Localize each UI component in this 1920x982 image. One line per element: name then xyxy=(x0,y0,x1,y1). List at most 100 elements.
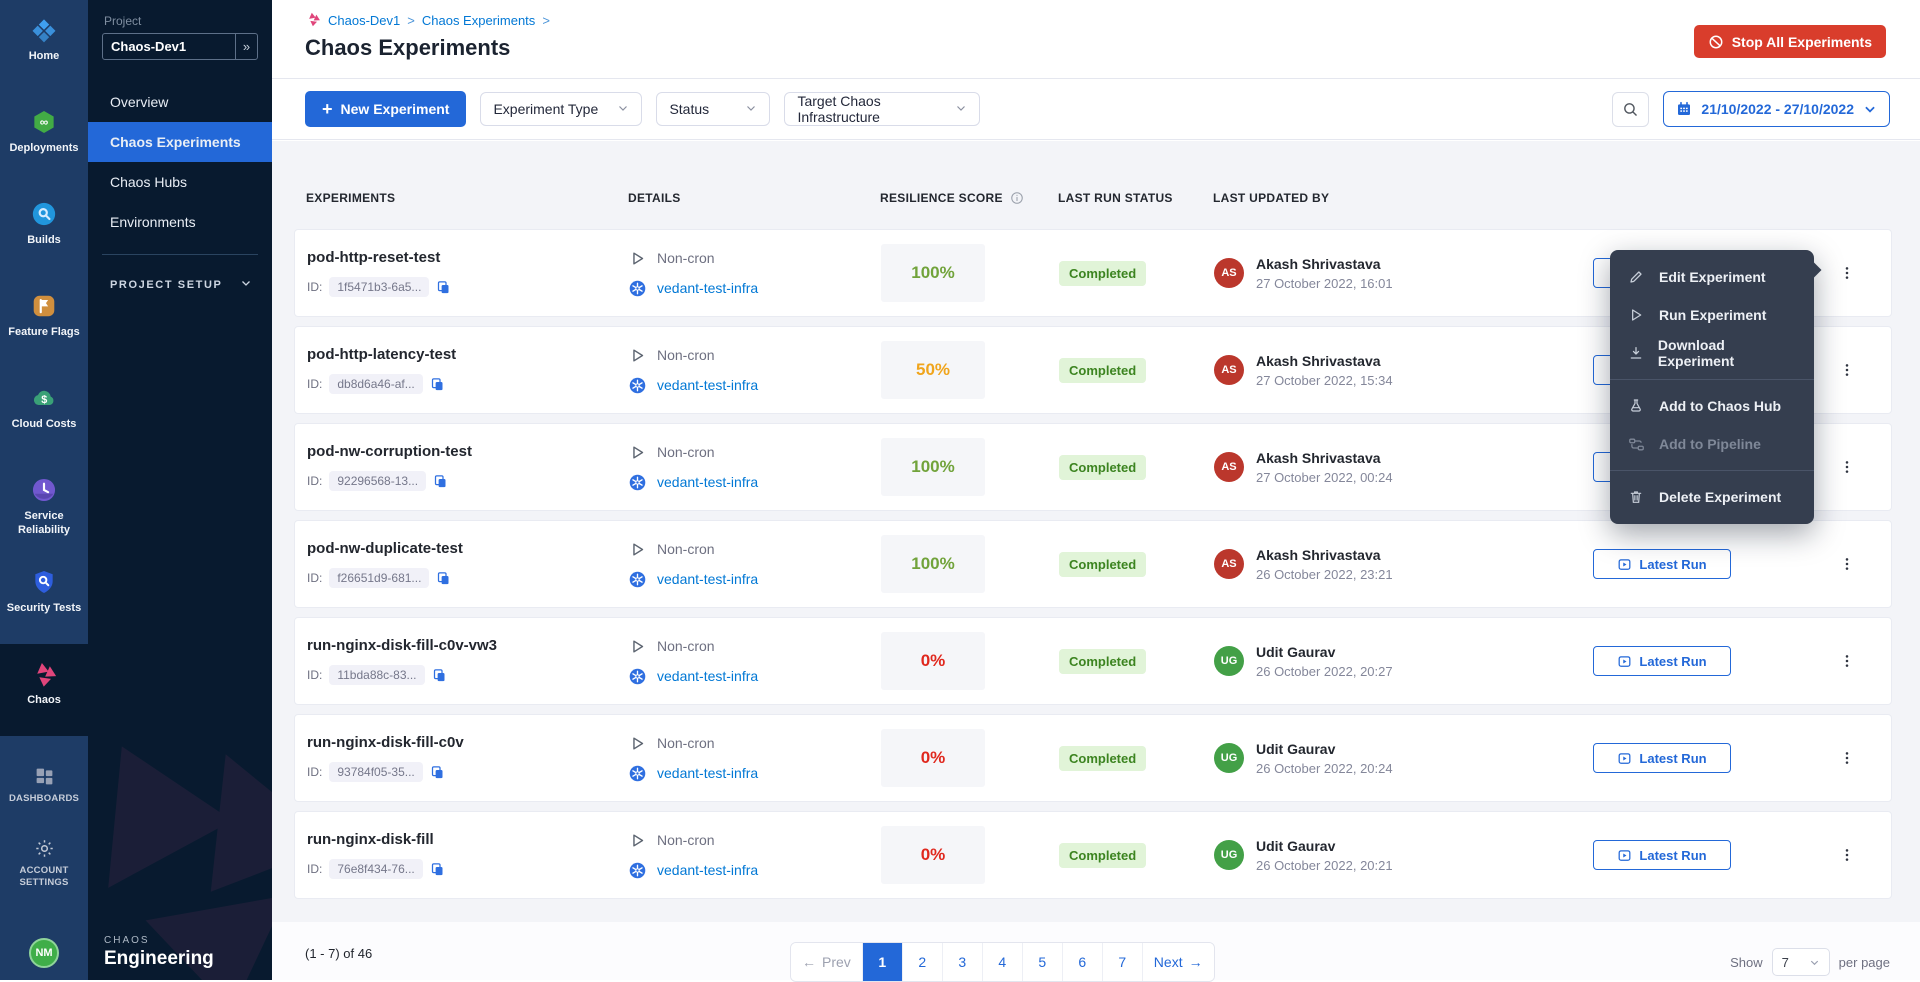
sidebar-item-environments[interactable]: Environments xyxy=(88,202,272,242)
user-avatar[interactable]: NM xyxy=(29,938,59,968)
copy-id-icon[interactable] xyxy=(436,571,451,586)
experiment-name[interactable]: run-nginx-disk-fill-c0v xyxy=(307,734,629,751)
breadcrumb-separator: > xyxy=(407,13,415,28)
menu-item-download-experiment[interactable]: Download Experiment xyxy=(1610,334,1814,372)
project-selector[interactable]: Chaos-Dev1 » xyxy=(102,33,258,60)
copy-id-icon[interactable] xyxy=(432,668,447,683)
last-run-status-badge: Completed xyxy=(1059,746,1146,771)
module-rail-item-security-tests[interactable]: Security Tests xyxy=(0,552,88,644)
infrastructure-link[interactable]: vedant-test-infra xyxy=(657,571,758,587)
module-rail-item-home[interactable]: Home xyxy=(0,0,88,92)
kebab-icon xyxy=(1839,847,1855,863)
next-page-button[interactable]: Next → xyxy=(1143,943,1214,981)
experiment-name[interactable]: run-nginx-disk-fill xyxy=(307,831,629,848)
row-menu-kebab[interactable] xyxy=(1833,356,1861,384)
sidebar-item-chaos-experiments[interactable]: Chaos Experiments xyxy=(88,122,272,162)
page-button-4[interactable]: 4 xyxy=(983,943,1023,981)
chaos-watermark-logo xyxy=(88,651,272,980)
copy-id-icon[interactable] xyxy=(430,765,445,780)
sidebar-item-chaos-hubs[interactable]: Chaos Hubs xyxy=(88,162,272,202)
updated-by-name: Akash Shrivastava xyxy=(1256,353,1393,369)
menu-item-add-to-chaos-hub[interactable]: Add to Chaos Hub xyxy=(1610,387,1814,425)
stop-all-experiments-button[interactable]: Stop All Experiments xyxy=(1694,25,1886,58)
latest-run-button[interactable]: Latest Run xyxy=(1593,840,1731,870)
id-label: ID: xyxy=(307,862,322,876)
menu-item-delete-experiment[interactable]: Delete Experiment xyxy=(1610,478,1814,516)
infrastructure-link[interactable]: vedant-test-infra xyxy=(657,765,758,781)
column-header: LAST RUN STATUS xyxy=(1058,191,1213,205)
resilience-score: 50% xyxy=(881,341,985,399)
row-menu-kebab[interactable] xyxy=(1833,550,1861,578)
service-reliability-icon xyxy=(0,475,88,505)
page-button-6[interactable]: 6 xyxy=(1063,943,1103,981)
breadcrumb-link-project[interactable]: Chaos-Dev1 xyxy=(328,13,400,28)
filter-experiment-type[interactable]: Experiment Type xyxy=(480,92,642,126)
module-rail-item-chaos[interactable]: Chaos xyxy=(0,644,88,736)
results-range: (1 - 7) of 46 xyxy=(305,946,372,961)
module-rail-item-feature-flags[interactable]: Feature Flags xyxy=(0,276,88,368)
copy-id-icon[interactable] xyxy=(433,474,448,489)
id-label: ID: xyxy=(307,571,322,585)
copy-id-icon[interactable] xyxy=(436,280,451,295)
sidebar-item-overview[interactable]: Overview xyxy=(88,82,272,122)
dashboards-icon xyxy=(0,764,88,788)
page-button-2[interactable]: 2 xyxy=(903,943,943,981)
module-rail-item-deployments[interactable]: ∞ Deployments xyxy=(0,92,88,184)
experiment-name[interactable]: pod-http-reset-test xyxy=(307,249,629,266)
latest-run-button[interactable]: Latest Run xyxy=(1593,743,1731,773)
module-rail-item-service-reliability[interactable]: Service Reliability xyxy=(0,460,88,552)
latest-run-label: Latest Run xyxy=(1639,654,1706,669)
infrastructure-link[interactable]: vedant-test-infra xyxy=(657,668,758,684)
pager: ← Prev 1234567 Next → xyxy=(790,942,1215,982)
row-menu-kebab[interactable] xyxy=(1833,259,1861,287)
page-button-7[interactable]: 7 xyxy=(1103,943,1143,981)
latest-run-button[interactable]: Latest Run xyxy=(1593,549,1731,579)
search-button[interactable] xyxy=(1612,92,1649,127)
page-button-1[interactable]: 1 xyxy=(863,943,903,981)
module-rail-item-dashboards[interactable]: DASHBOARDS xyxy=(0,752,88,824)
row-menu-kebab[interactable] xyxy=(1833,453,1861,481)
project-setup-label: PROJECT SETUP xyxy=(110,279,223,291)
prev-page-button[interactable]: ← Prev xyxy=(791,943,863,981)
page-button-5[interactable]: 5 xyxy=(1023,943,1063,981)
copy-id-icon[interactable] xyxy=(430,377,445,392)
kubernetes-icon xyxy=(629,862,646,879)
page-size-select[interactable]: 7 xyxy=(1772,948,1830,976)
project-setup-toggle[interactable]: PROJECT SETUP xyxy=(88,267,272,302)
filter-target-infrastructure[interactable]: Target Chaos Infrastructure xyxy=(784,92,980,126)
module-rail-item-account-settings[interactable]: ACCOUNT SETTINGS xyxy=(0,824,88,896)
menu-item-edit-experiment[interactable]: Edit Experiment xyxy=(1610,258,1814,296)
cron-play-icon xyxy=(629,347,646,364)
page-button-3[interactable]: 3 xyxy=(943,943,983,981)
new-experiment-button[interactable]: + New Experiment xyxy=(305,91,466,127)
row-menu-kebab[interactable] xyxy=(1833,647,1861,675)
arrow-left-icon: ← xyxy=(802,954,816,970)
date-range-picker[interactable]: 21/10/2022 - 27/10/2022 xyxy=(1663,91,1890,127)
infrastructure-link[interactable]: vedant-test-infra xyxy=(657,377,758,393)
copy-id-icon[interactable] xyxy=(430,862,445,877)
chaos-icon xyxy=(0,659,88,689)
infrastructure-link[interactable]: vedant-test-infra xyxy=(657,862,758,878)
project-name: Chaos-Dev1 xyxy=(103,39,235,54)
experiment-name[interactable]: pod-nw-corruption-test xyxy=(307,443,629,460)
row-menu-kebab[interactable] xyxy=(1833,841,1861,869)
menu-item-run-experiment[interactable]: Run Experiment xyxy=(1610,296,1814,334)
latest-run-button[interactable]: Latest Run xyxy=(1593,646,1731,676)
collapse-sidebar-button[interactable]: » xyxy=(235,34,257,59)
infrastructure-link[interactable]: vedant-test-infra xyxy=(657,280,758,296)
experiment-name[interactable]: run-nginx-disk-fill-c0v-vw3 xyxy=(307,637,629,654)
kebab-icon xyxy=(1839,265,1855,281)
column-header: LAST UPDATED BY xyxy=(1213,191,1592,205)
experiment-name[interactable]: pod-http-latency-test xyxy=(307,346,629,363)
menu-item-label: Edit Experiment xyxy=(1659,269,1766,285)
column-header-label: LAST RUN STATUS xyxy=(1058,191,1173,205)
breadcrumb-link-experiments[interactable]: Chaos Experiments xyxy=(422,13,535,28)
breadcrumb: Chaos-Dev1 > Chaos Experiments > xyxy=(305,11,550,30)
row-menu-kebab[interactable] xyxy=(1833,744,1861,772)
module-rail-item-builds[interactable]: Builds xyxy=(0,184,88,276)
filter-status[interactable]: Status xyxy=(656,92,770,126)
info-icon[interactable] xyxy=(1010,191,1024,205)
infrastructure-link[interactable]: vedant-test-infra xyxy=(657,474,758,490)
experiment-name[interactable]: pod-nw-duplicate-test xyxy=(307,540,629,557)
module-rail-item-cloud-costs[interactable]: $ Cloud Costs xyxy=(0,368,88,460)
